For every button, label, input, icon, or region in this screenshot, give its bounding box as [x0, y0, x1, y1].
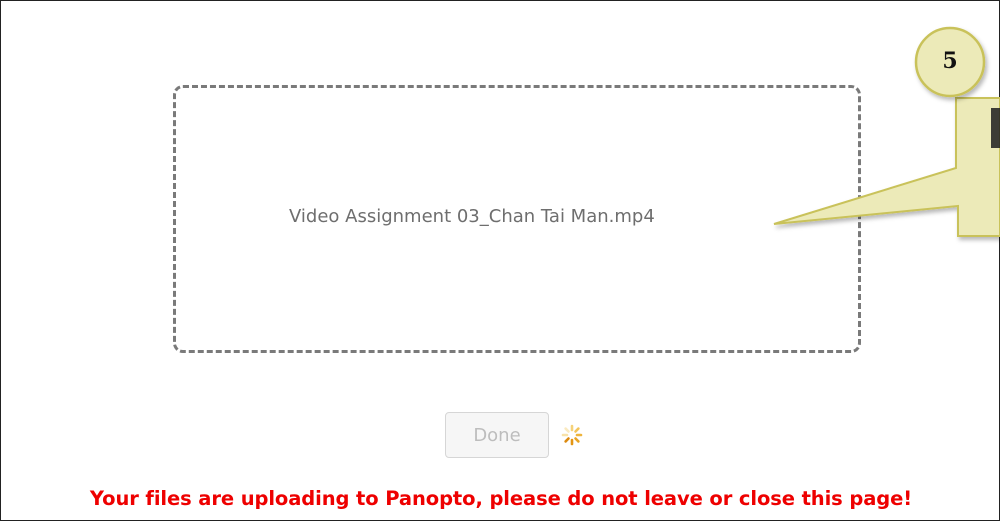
loading-spinner-icon: [561, 424, 583, 446]
done-button[interactable]: Done: [445, 412, 549, 458]
step-number-label: 5: [942, 48, 958, 74]
uploaded-file-name: Video Assignment 03_Chan Tai Man.mp4: [289, 206, 655, 227]
upload-warning-message: Your files are uploading to Panopto, ple…: [89, 487, 913, 510]
upload-panel: Video Assignment 03_Chan Tai Man.mp4 Don…: [0, 0, 1000, 521]
